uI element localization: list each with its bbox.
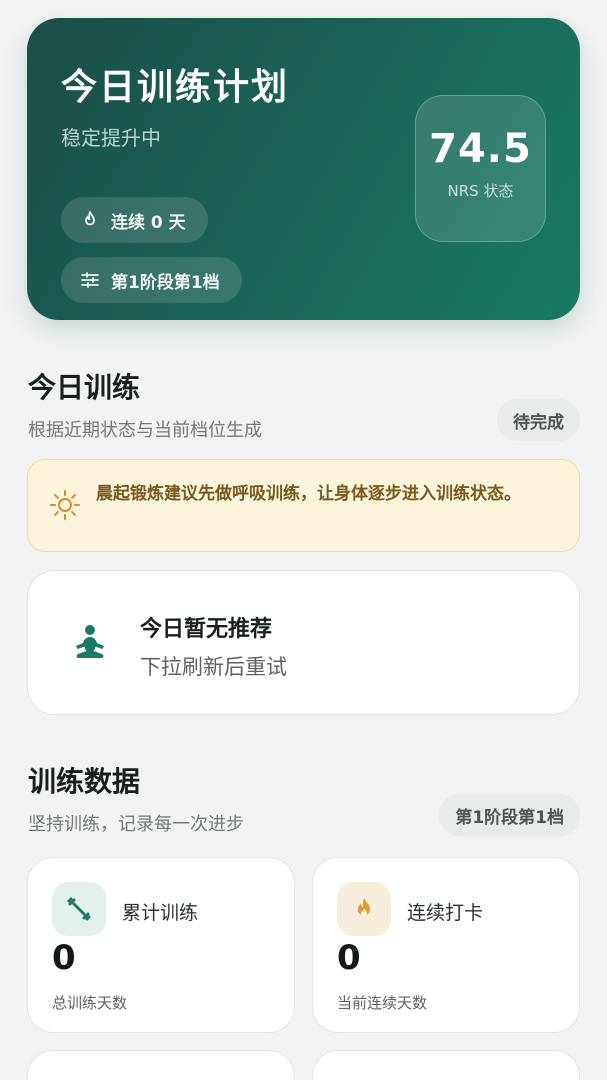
dumbbell-icon — [52, 882, 106, 936]
flame-icon — [79, 209, 101, 231]
nrs-label: NRS 状态 — [447, 182, 514, 200]
stat-caption: 当前连续天数 — [337, 994, 428, 1012]
stat-label: 累计训练 — [122, 902, 199, 924]
sun-icon — [48, 488, 82, 522]
morning-tip-banner: 晨起锻炼建议先做呼吸训练，让身体逐步进入训练状态。 — [27, 459, 580, 552]
stats-section-title: 训练数据 — [28, 765, 141, 798]
nrs-value: 74.5 — [429, 126, 532, 172]
stage-pill[interactable]: 第1阶段第1档 — [61, 257, 242, 303]
stat-value: 0 — [52, 938, 76, 978]
stat-value: 0 — [337, 938, 361, 978]
today-section-subtitle: 根据近期状态与当前档位生成 — [28, 420, 262, 441]
streak-label: 连续 0 天 — [111, 212, 186, 233]
nrs-status-box[interactable]: 74.5 NRS 状态 — [415, 95, 546, 242]
streak-pill[interactable]: 连续 0 天 — [61, 197, 208, 243]
empty-subtitle: 下拉刷新后重试 — [140, 655, 287, 679]
empty-recommendation-card[interactable]: 今日暂无推荐 下拉刷新后重试 — [27, 570, 580, 715]
stage-label: 第1阶段第1档 — [111, 272, 220, 293]
plan-title: 今日训练计划 — [61, 67, 290, 108]
tip-text: 晨起锻炼建议先做呼吸训练，让身体逐步进入训练状态。 — [96, 484, 521, 504]
flame-icon — [337, 882, 391, 936]
meditation-icon — [68, 621, 112, 665]
status-badge: 待完成 — [497, 399, 580, 441]
stat-caption: 总训练天数 — [52, 994, 128, 1012]
plan-subtitle: 稳定提升中 — [61, 126, 161, 150]
training-plan-card: 今日训练计划 稳定提升中 连续 0 天 第1阶段第1档 74.5 NRS 状态 — [27, 18, 580, 320]
total-training-card[interactable]: 累计训练 0 总训练天数 — [27, 857, 295, 1033]
stat-card-partial[interactable] — [312, 1050, 580, 1080]
stat-label: 连续打卡 — [407, 902, 484, 924]
stats-section-subtitle: 坚持训练，记录每一次进步 — [28, 814, 244, 835]
streak-checkin-card[interactable]: 连续打卡 0 当前连续天数 — [312, 857, 580, 1033]
empty-title: 今日暂无推荐 — [140, 617, 273, 642]
stat-card-partial[interactable] — [27, 1050, 295, 1080]
sliders-icon — [79, 269, 101, 291]
stage-badge: 第1阶段第1档 — [439, 794, 580, 836]
today-section-title: 今日训练 — [28, 371, 141, 404]
